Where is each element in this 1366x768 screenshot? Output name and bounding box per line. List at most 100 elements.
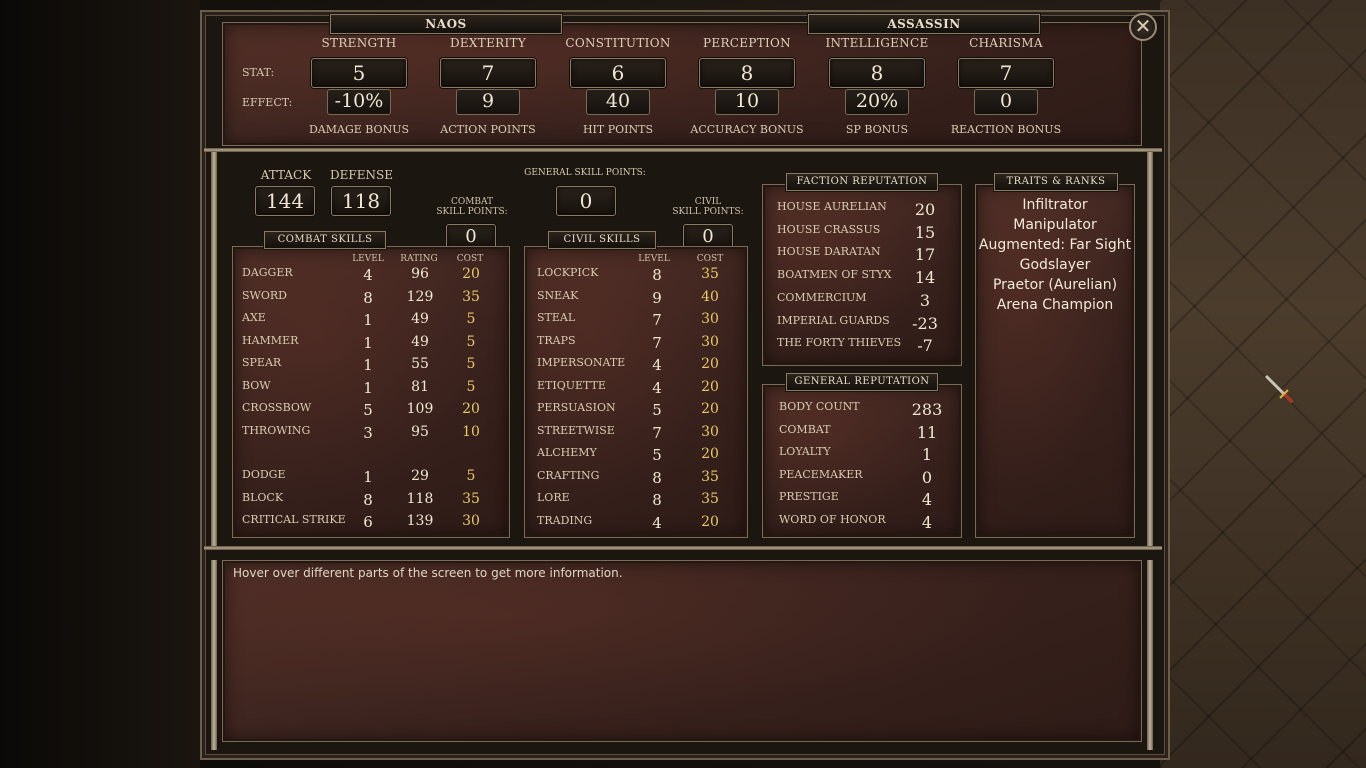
skill-level: 1 <box>363 468 373 486</box>
attribute-name-constitution: CONSTITUTION <box>565 36 671 50</box>
trait-item[interactable]: Infiltrator <box>975 197 1135 213</box>
character-name: NAOS <box>330 14 562 34</box>
civil-skill-row[interactable]: TRAPS 7 30 <box>537 334 737 356</box>
attribute-name-dexterity: DEXTERITY <box>449 36 527 50</box>
skill-level: 5 <box>652 401 662 419</box>
combat-skill-row[interactable]: THROWING 3 95 10 <box>242 424 502 446</box>
attribute-effect-strength: -10% <box>334 90 384 112</box>
general-reputation-row[interactable]: LOYALTY 1 <box>779 445 955 467</box>
attribute-effect-perception: 10 <box>734 90 760 112</box>
combat-skill-row[interactable]: HAMMER 1 49 5 <box>242 334 502 356</box>
general-reputation-row[interactable]: COMBAT 11 <box>779 423 955 445</box>
attribute-stat-perception[interactable]: 8 <box>699 58 795 88</box>
skill-level: 8 <box>652 266 662 284</box>
reputation-value: 11 <box>916 422 938 442</box>
skill-cost: 30 <box>701 311 719 327</box>
faction-row[interactable]: IMPERIAL GUARDS -23 <box>777 314 955 336</box>
reputation-name: LOYALTY <box>779 445 831 459</box>
right-pillar <box>1147 150 1153 550</box>
faction-row[interactable]: HOUSE DARATAN 17 <box>777 245 955 267</box>
attribute-stat-dexterity[interactable]: 7 <box>440 58 536 88</box>
civil-skill-row[interactable]: STEAL 7 30 <box>537 311 737 333</box>
combat-skill-row[interactable]: BOW 1 81 5 <box>242 379 502 401</box>
combat-skill-row[interactable]: DODGE 1 29 5 <box>242 468 502 490</box>
faction-name: HOUSE AURELIAN <box>777 200 887 213</box>
trait-item[interactable]: Arena Champion <box>975 297 1135 313</box>
combat-skill-row[interactable]: AXE 1 49 5 <box>242 311 502 333</box>
faction-row[interactable]: HOUSE AURELIAN 20 <box>777 200 955 222</box>
combat-skill-row[interactable]: BLOCK 8 118 35 <box>242 491 502 513</box>
combat-skill-row[interactable]: CRITICAL STRIKE 6 139 30 <box>242 513 502 535</box>
civil-skill-row[interactable]: ALCHEMY 5 20 <box>537 446 737 468</box>
civil-skill-row[interactable]: LORE 8 35 <box>537 491 737 513</box>
skill-rating: 118 <box>406 490 434 507</box>
background-left <box>0 0 200 768</box>
general-reputation-row[interactable]: PRESTIGE 4 <box>779 490 955 512</box>
civil-skill-row[interactable]: LOCKPICK 8 35 <box>537 266 737 288</box>
attribute-effect-dexterity: 9 <box>481 90 495 112</box>
trait-item[interactable]: Godslayer <box>975 257 1135 273</box>
civil-skill-points-label: CIVIL SKILL POINTS: <box>668 197 748 217</box>
skill-cost: 10 <box>462 423 480 440</box>
combat-level-header: LEVEL <box>352 254 384 264</box>
civil-skill-row[interactable]: CRAFTING 8 35 <box>537 469 737 491</box>
skill-level: 8 <box>363 288 373 307</box>
general-reputation-row[interactable]: WORD OF HONOR 4 <box>779 513 955 535</box>
attribute-effect-label-constitution: HIT POINTS <box>582 123 654 136</box>
skill-level: 4 <box>652 356 662 374</box>
trait-item[interactable]: Praetor (Aurelian) <box>975 277 1135 293</box>
combat-skill-points-label: COMBAT SKILL POINTS: <box>432 197 512 217</box>
skill-level: 5 <box>652 446 662 464</box>
skill-cost: 40 <box>701 288 719 305</box>
reputation-value: 1 <box>921 445 933 465</box>
combat-skill-points-label-bottom: SKILL POINTS: <box>436 207 508 217</box>
civil-skill-row[interactable]: ETIQUETTE 4 20 <box>537 379 737 401</box>
attribute-stat-strength[interactable]: 5 <box>311 58 407 88</box>
combat-skill-row[interactable]: CROSSBOW 5 109 20 <box>242 401 502 423</box>
attribute-stat-charisma[interactable]: 7 <box>958 58 1054 88</box>
attribute-stat-intelligence[interactable]: 8 <box>829 58 925 88</box>
reputation-name: PRESTIGE <box>779 490 839 504</box>
skill-cost: 30 <box>701 423 719 440</box>
skill-cost: 30 <box>701 333 719 350</box>
faction-row[interactable]: THE FORTY THIEVES -7 <box>777 336 955 358</box>
faction-value: -23 <box>912 313 938 333</box>
faction-row[interactable]: COMMERCIUM 3 <box>777 291 955 313</box>
right-pillar-lower <box>1147 560 1153 750</box>
combat-skill-row[interactable]: SWORD 8 129 35 <box>242 289 502 311</box>
attribute-effect-label-strength: DAMAGE BONUS <box>308 123 410 136</box>
trait-item[interactable]: Augmented: Far Sight <box>975 237 1135 253</box>
attribute-effect-charisma: 0 <box>999 90 1013 112</box>
civil-skill-row[interactable]: SNEAK 9 40 <box>537 289 737 311</box>
faction-name: COMMERCIUM <box>777 290 867 304</box>
combat-skill-row[interactable]: SPEAR 1 55 5 <box>242 356 502 378</box>
skill-level: 8 <box>652 491 662 509</box>
skill-level: 1 <box>363 356 373 374</box>
general-reputation-row[interactable]: PEACEMAKER 0 <box>779 468 955 490</box>
civil-skill-row[interactable]: TRADING 4 20 <box>537 514 737 536</box>
combat-skill-row[interactable]: DAGGER 4 96 20 <box>242 266 502 288</box>
defense-label: DEFENSE <box>330 168 393 182</box>
faction-name: IMPERIAL GUARDS <box>777 313 890 327</box>
civil-skill-row[interactable]: IMPERSONATE 4 20 <box>537 356 737 378</box>
stat-row-label: STAT: <box>242 66 275 79</box>
left-pillar-lower <box>211 560 217 750</box>
civil-skill-row[interactable]: PERSUASION 5 20 <box>537 401 737 423</box>
skill-level: 8 <box>652 468 662 487</box>
faction-name: HOUSE DARATAN <box>777 245 881 259</box>
general-reputation-row[interactable]: BODY COUNT 283 <box>779 400 955 422</box>
attribute-stat-constitution[interactable]: 6 <box>570 58 666 88</box>
reputation-name: COMBAT <box>779 422 831 436</box>
attribute-name-intelligence: INTELLIGENCE <box>825 36 929 50</box>
faction-row[interactable]: BOATMEN OF STYX 14 <box>777 268 955 290</box>
faction-row[interactable]: HOUSE CRASSUS 15 <box>777 223 955 245</box>
skill-cost: 35 <box>701 491 719 507</box>
defense-value: 118 <box>331 186 391 216</box>
civil-skill-row[interactable]: STREETWISE 7 30 <box>537 424 737 446</box>
skill-name: SWORD <box>242 288 287 302</box>
trait-item[interactable]: Manipulator <box>975 217 1135 233</box>
close-button[interactable]: ✕ <box>1129 13 1157 41</box>
skill-rating: 95 <box>411 423 429 440</box>
attribute-effect-label-perception: ACCURACY BONUS <box>690 123 804 136</box>
skill-level: 1 <box>363 311 373 329</box>
